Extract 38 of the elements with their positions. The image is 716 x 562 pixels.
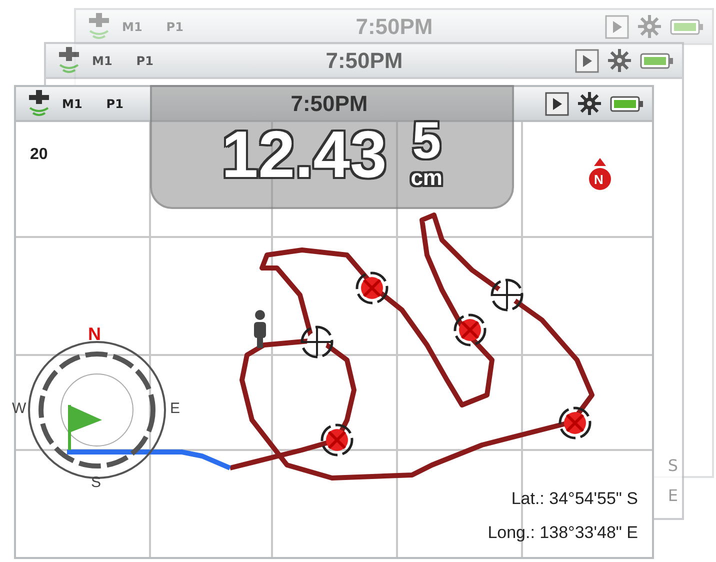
time-text: 7:50PM <box>290 92 368 114</box>
edge-text: S <box>668 455 678 477</box>
longitude-text: Long.: 138°33'48" E <box>488 522 638 544</box>
person-icon <box>254 310 266 348</box>
found-target-icon[interactable] <box>454 314 486 346</box>
profile-label: P1 <box>106 96 124 112</box>
play-icon[interactable] <box>575 48 599 72</box>
north-marker-icon <box>588 158 612 192</box>
battery-icon <box>670 16 704 36</box>
mode-label: M1 <box>62 96 82 112</box>
profile-label: P1 <box>136 52 154 70</box>
latitude-text: Lat.: 34°54'55" S <box>511 488 638 510</box>
mode-label: M1 <box>92 52 112 70</box>
compass-south-text: S <box>91 473 102 493</box>
depth-reading: 12.43 <box>222 121 387 187</box>
crosshair-target-icon[interactable] <box>300 326 334 358</box>
flag-icon <box>68 405 102 450</box>
north-marker-text: N <box>594 171 604 189</box>
battery-icon <box>640 50 674 70</box>
edge-text: E <box>668 485 678 507</box>
play-icon[interactable] <box>545 92 569 116</box>
crosshair-target-icon[interactable] <box>490 278 524 312</box>
compass-north-text: N <box>88 323 101 346</box>
compass-west-text: W <box>12 399 26 419</box>
count-reading: 5 <box>412 115 442 167</box>
compass-east-text: E <box>170 399 180 419</box>
gear-icon[interactable] <box>607 48 632 73</box>
found-target-icon[interactable] <box>356 272 388 304</box>
mode-label: M1 <box>122 18 142 36</box>
unit-text: cm <box>410 167 442 189</box>
found-target-icon[interactable] <box>320 424 354 456</box>
profile-label: P1 <box>166 18 184 36</box>
time-text: 7:50PM <box>356 16 433 38</box>
battery-icon <box>610 94 644 114</box>
scale-text: 20 <box>30 145 48 165</box>
found-target-icon[interactable] <box>558 406 592 440</box>
time-text: 7:50PM <box>326 50 403 72</box>
gear-icon[interactable] <box>577 91 602 116</box>
